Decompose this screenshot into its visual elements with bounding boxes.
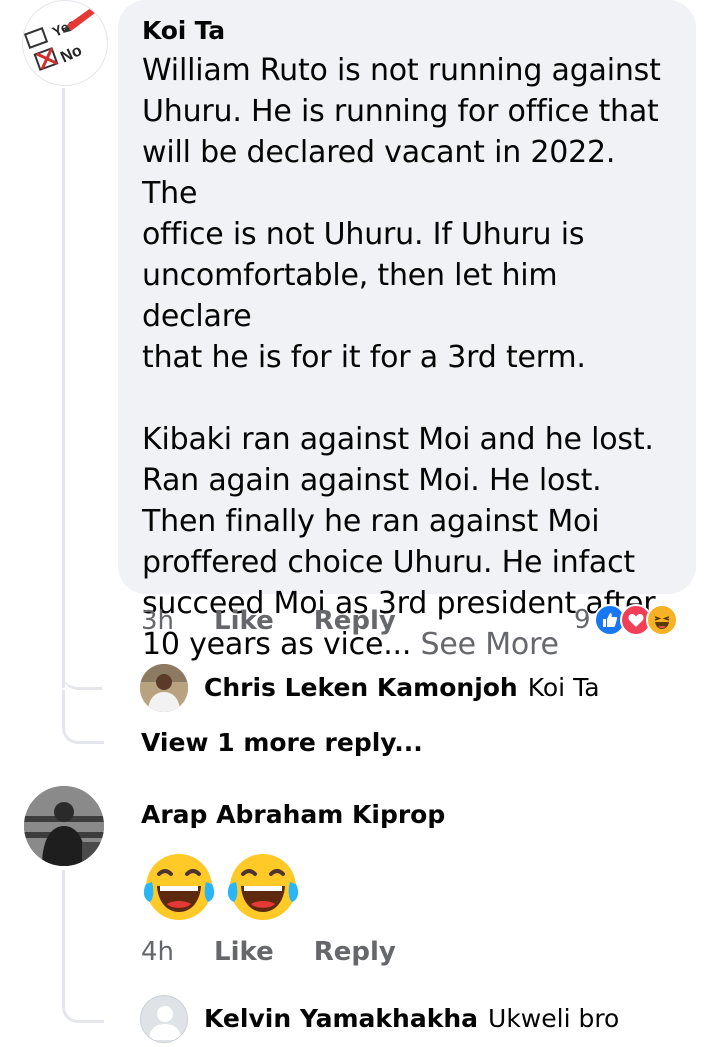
view-more-replies-link[interactable]: View 1 more reply... [141,728,423,757]
timestamp[interactable]: 3h [141,606,174,636]
thread-elbow [62,650,102,690]
comment-author[interactable]: Arap Abraham Kiprop [141,800,445,829]
reply-text: Ukweli bro [488,1004,620,1033]
text-line: proffered choice Uhuru. He infact [142,545,635,580]
text-line: that he is for it for a 3rd term. [142,340,586,375]
reply-author[interactable]: Kelvin Yamakhakha [204,1004,478,1033]
default-avatar-icon [149,1006,181,1040]
thread-line [62,870,65,990]
text-line: office is not Uhuru. If Uhuru is [142,217,585,252]
reply-author[interactable]: Chris Leken Kamonjoh [204,673,518,702]
laughing-crying-emoji-icon [143,854,215,920]
reaction-summary[interactable]: 9 [574,604,678,636]
text-line: William Ruto is not running against [142,53,661,88]
thread-line [62,88,65,688]
reply-button[interactable]: Reply [314,937,396,967]
person-photo-icon [140,664,188,712]
text-line: will be declared vacant in 2022. The [142,135,616,211]
comment-author[interactable]: Koi Ta [142,14,672,48]
avatar[interactable] [140,664,188,712]
avatar[interactable] [140,995,188,1043]
yes-no-ballot-icon: Yes No [23,5,99,71]
comment-actions: 4h Like Reply [141,937,436,967]
text-line: Kibaki ran against Moi and he lost. [142,422,654,457]
text-line: uncomfortable, then let him declare [142,258,558,334]
text-line: Ran again against Moi. He lost. [142,463,602,498]
reply-preview[interactable]: Chris Leken Kamonjoh Koi Ta [204,673,600,702]
thread-elbow [62,975,104,1023]
reply-button[interactable]: Reply [314,606,396,636]
svg-text:No: No [58,42,85,67]
like-button[interactable]: Like [214,606,274,636]
haha-icon [645,604,678,636]
timestamp[interactable]: 4h [141,937,174,967]
reply-text: Koi Ta [527,673,600,702]
person-photo-icon [24,786,104,866]
avatar[interactable] [24,786,104,866]
thread-elbow [62,690,104,744]
reply-preview[interactable]: Kelvin Yamakhakha Ukweli bro [204,1004,619,1033]
reaction-count: 9 [574,605,591,635]
laughing-crying-emoji-icon [227,854,299,920]
like-button[interactable]: Like [214,937,274,967]
comment-actions: 3h Like Reply [141,606,436,636]
emoji-comment [140,848,308,926]
text-line: Uhuru. He is running for office that [142,94,659,129]
avatar[interactable]: Yes No [22,0,108,86]
see-more-link[interactable]: See More [421,627,559,662]
comment-bubble[interactable]: Koi Ta William Ruto is not running again… [118,0,696,662]
comment-text: William Ruto is not running against Uhur… [142,50,672,665]
text-line: Then finally he ran against Moi [142,504,600,539]
